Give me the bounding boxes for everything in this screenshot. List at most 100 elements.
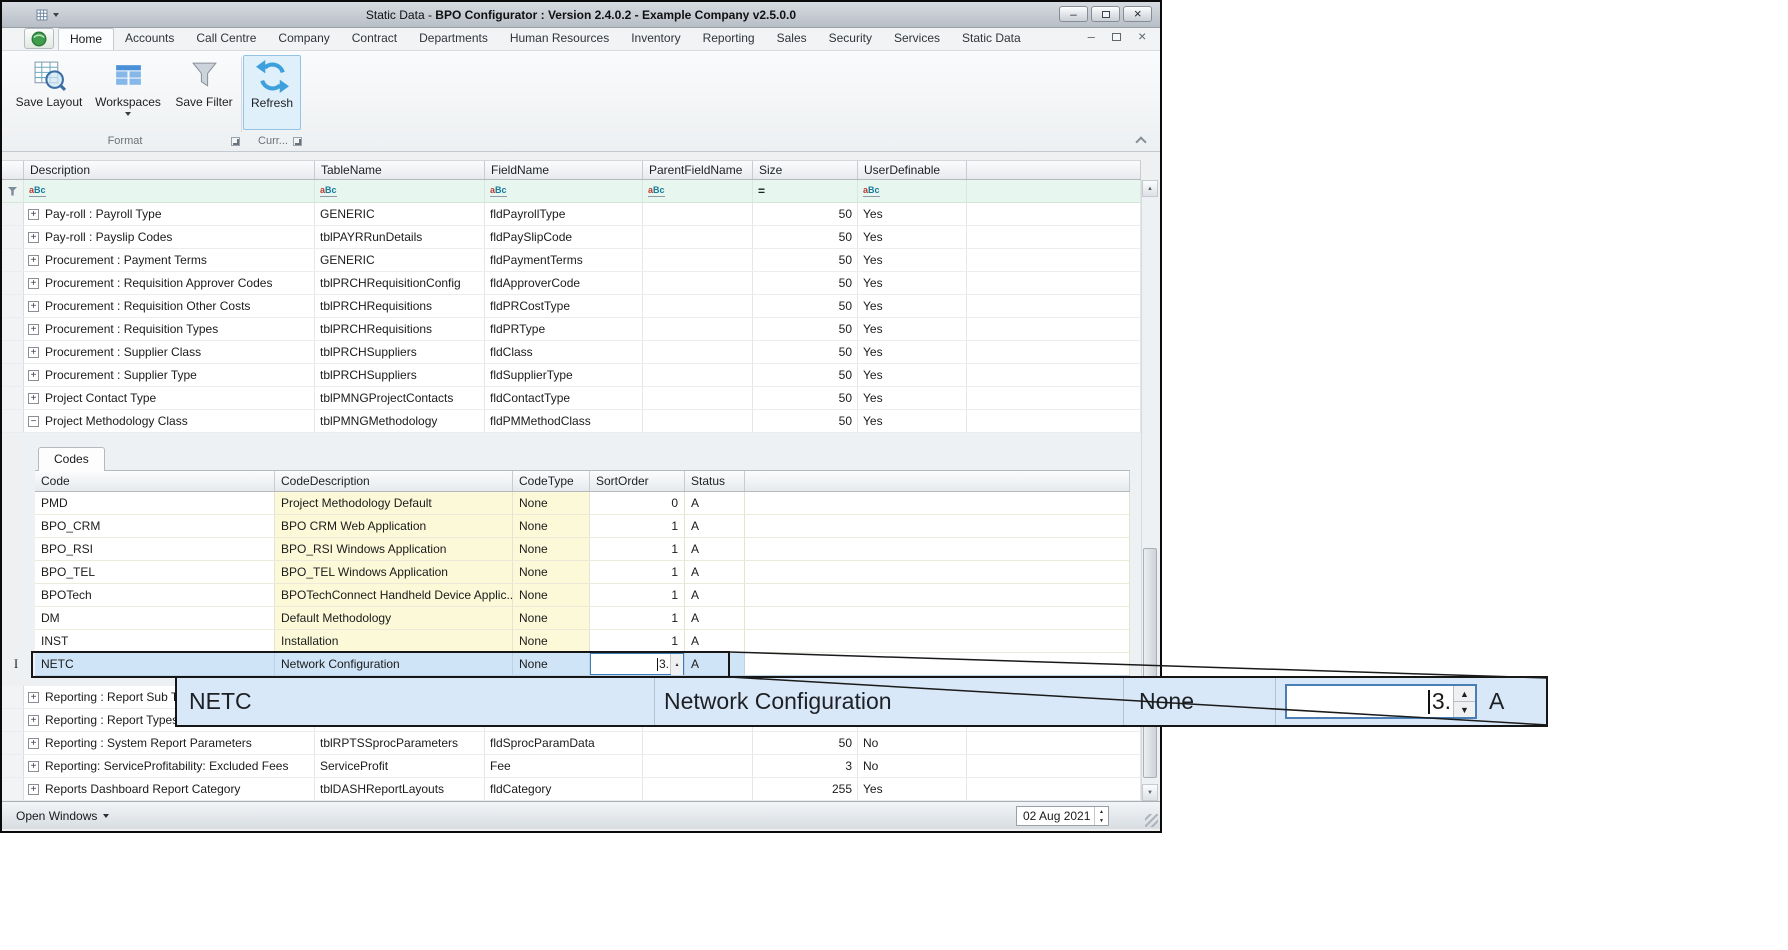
filter-cell-parentfieldname[interactable]	[643, 180, 753, 202]
expand-icon[interactable]	[28, 301, 39, 312]
table-row[interactable]: Reporting: ServiceProfitability: Exclude…	[2, 755, 1141, 778]
refresh-button[interactable]: Refresh	[243, 55, 301, 130]
sortorder-editor-cell[interactable]: 3.	[590, 653, 685, 676]
codes-row[interactable]: PMD Project Methodology Default None 0 A	[35, 492, 1130, 515]
expand-icon[interactable]	[28, 393, 39, 404]
ribbon-tab[interactable]: Human Resources	[499, 28, 620, 50]
table-row[interactable]: Reporting : System Report Parameters tbl…	[2, 732, 1141, 755]
filter-funnel-icon[interactable]	[8, 187, 18, 196]
expand-icon[interactable]	[28, 209, 39, 220]
ribbon-tab[interactable]: Services	[883, 28, 951, 50]
ribbon-tab[interactable]: Home	[58, 28, 114, 50]
scroll-up-button[interactable]	[1142, 180, 1158, 197]
table-row[interactable]: Procurement : Requisition Other Costs tb…	[2, 295, 1141, 318]
spin-down-icon[interactable]	[1095, 816, 1108, 825]
collapse-ribbon-icon[interactable]	[1135, 136, 1146, 147]
maximize-button[interactable]	[1091, 6, 1120, 22]
sortorder-edit-box[interactable]: 3.	[590, 653, 684, 675]
codes-row-selected[interactable]: NETC Network Configuration None 3. A	[35, 653, 1130, 676]
table-row[interactable]: Procurement : Requisition Approver Codes…	[2, 272, 1141, 295]
spin-up-icon[interactable]	[671, 654, 683, 676]
save-filter-button[interactable]: Save Filter	[168, 55, 240, 134]
ribbon-tab[interactable]: Reporting	[692, 28, 766, 50]
table-row-expanded[interactable]: Project Methodology Class tblPMNGMethodo…	[2, 410, 1141, 433]
column-header-codetype[interactable]: CodeType	[513, 471, 590, 491]
filter-abc-icon[interactable]	[648, 185, 665, 197]
filter-cell-fieldname[interactable]	[485, 180, 643, 202]
column-header-parentfieldname[interactable]: ParentFieldName	[643, 161, 753, 179]
ribbon-tab[interactable]: Company	[267, 28, 340, 50]
ribbon-tab[interactable]: Departments	[408, 28, 499, 50]
table-row[interactable]: Procurement : Supplier Type tblPRCHSuppl…	[2, 364, 1141, 387]
column-header-size[interactable]: Size	[753, 161, 858, 179]
codes-row[interactable]: BPOTech BPOTechConnect Handheld Device A…	[35, 584, 1130, 607]
column-header-code[interactable]: Code	[35, 471, 275, 491]
ribbon-tab[interactable]: Sales	[766, 28, 818, 50]
codes-row[interactable]: DM Default Methodology None 1 A	[35, 607, 1130, 630]
resize-grip-icon[interactable]	[1145, 814, 1158, 827]
codes-row[interactable]: BPO_TEL BPO_TEL Windows Application None…	[35, 561, 1130, 584]
column-header-userdefinable[interactable]: UserDefinable	[858, 161, 967, 179]
workspaces-button[interactable]: Workspaces	[88, 55, 168, 134]
column-header-sortorder[interactable]: SortOrder	[590, 471, 685, 491]
ribbon-tab[interactable]: Static Data	[951, 28, 1032, 50]
codes-row[interactable]: INST Installation None 1 A	[35, 630, 1130, 653]
expand-icon[interactable]	[28, 715, 39, 726]
ribbon-tab[interactable]: Security	[818, 28, 883, 50]
application-button[interactable]	[24, 28, 54, 49]
expand-icon[interactable]	[28, 761, 39, 772]
table-row[interactable]: Reports Dashboard Report Category tblDAS…	[2, 778, 1141, 801]
ribbon-minimize-icon[interactable]	[1088, 28, 1095, 46]
minimize-button[interactable]	[1059, 6, 1088, 22]
dialog-launcher-icon[interactable]	[231, 137, 240, 146]
column-header-codedescription[interactable]: CodeDescription	[275, 471, 513, 491]
filter-cell-userdefinable[interactable]	[858, 180, 967, 202]
filter-abc-icon[interactable]	[29, 185, 46, 197]
ribbon-tab[interactable]: Call Centre	[185, 28, 267, 50]
table-row[interactable]: Procurement : Supplier Class tblPRCHSupp…	[2, 341, 1141, 364]
expand-icon[interactable]	[28, 738, 39, 749]
filter-abc-icon[interactable]	[863, 185, 880, 197]
tab-codes[interactable]: Codes	[38, 447, 105, 471]
open-windows-button[interactable]: Open Windows	[8, 806, 117, 826]
date-editor[interactable]: 02 Aug 2021	[1016, 806, 1109, 826]
filter-cell-description[interactable]	[24, 180, 315, 202]
filter-abc-icon[interactable]	[320, 185, 337, 197]
column-header-status[interactable]: Status	[685, 471, 745, 491]
close-button[interactable]	[1123, 6, 1152, 22]
expand-icon[interactable]	[28, 692, 39, 703]
ribbon-tab[interactable]: Inventory	[620, 28, 691, 50]
grid-icon[interactable]	[36, 9, 48, 21]
filter-abc-icon[interactable]	[490, 185, 507, 197]
dialog-launcher-icon[interactable]	[293, 137, 302, 146]
collapse-icon[interactable]	[28, 416, 39, 427]
expand-icon[interactable]	[28, 370, 39, 381]
expand-icon[interactable]	[28, 255, 39, 266]
save-layout-button[interactable]: Save Layout	[10, 55, 88, 134]
table-row[interactable]: Pay-roll : Payslip Codes tblPAYRRunDetai…	[2, 226, 1141, 249]
expand-icon[interactable]	[28, 784, 39, 795]
ribbon-close-icon[interactable]	[1138, 28, 1146, 46]
ribbon-tab[interactable]: Contract	[341, 28, 408, 50]
spin-up-icon[interactable]	[1095, 807, 1108, 816]
table-row[interactable]: Project Contact Type tblPMNGProjectConta…	[2, 387, 1141, 410]
codes-row[interactable]: BPO_CRM BPO CRM Web Application None 1 A	[35, 515, 1130, 538]
column-header-description[interactable]: Description	[24, 161, 315, 179]
column-header-tablename[interactable]: TableName	[315, 161, 485, 179]
scroll-down-button[interactable]	[1142, 784, 1158, 801]
chevron-down-icon[interactable]	[53, 13, 59, 17]
column-header-fieldname[interactable]: FieldName	[485, 161, 643, 179]
codes-row[interactable]: BPO_RSI BPO_RSI Windows Application None…	[35, 538, 1130, 561]
ribbon-restore-icon[interactable]	[1112, 33, 1121, 41]
filter-cell-tablename[interactable]	[315, 180, 485, 202]
ribbon-tab[interactable]: Accounts	[114, 28, 185, 50]
table-row[interactable]: Procurement : Payment Terms GENERIC fldP…	[2, 249, 1141, 272]
expand-icon[interactable]	[28, 232, 39, 243]
expand-icon[interactable]	[28, 347, 39, 358]
equals-operator-icon[interactable]: =	[758, 184, 765, 198]
table-row[interactable]: Procurement : Requisition Types tblPRCHR…	[2, 318, 1141, 341]
expand-icon[interactable]	[28, 324, 39, 335]
scrollbar-thumb[interactable]	[1143, 548, 1157, 778]
table-row[interactable]: Pay-roll : Payroll Type GENERIC fldPayro…	[2, 203, 1141, 226]
filter-cell-size[interactable]: =	[753, 180, 858, 202]
